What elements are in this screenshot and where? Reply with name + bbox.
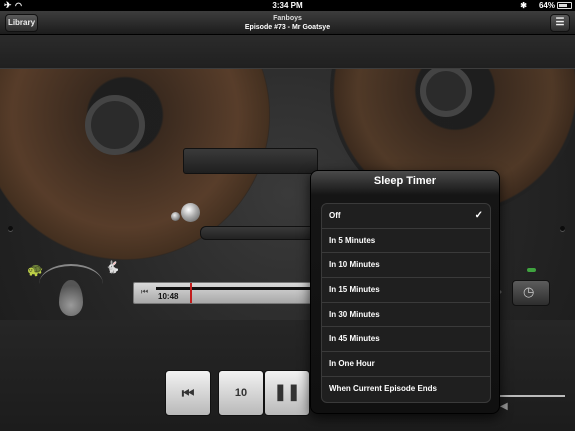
rewind-10-button[interactable]: 10 (218, 370, 264, 416)
capstan (181, 203, 200, 222)
episode-list-button[interactable]: ☰ (550, 14, 570, 32)
sleep-timer-option-label: In 15 Minutes (329, 285, 380, 295)
sleep-timer-option[interactable]: Off ✓ (322, 204, 490, 229)
sleep-timer-option[interactable]: In 30 Minutes (322, 303, 490, 328)
rewind-start-icon[interactable]: ⏮ (141, 287, 148, 297)
list-icon: ☰ (555, 17, 565, 28)
sleep-timer-option[interactable]: When Current Episode Ends (322, 377, 490, 402)
sleep-timer-option-label: In One Hour (329, 359, 375, 369)
elapsed-time: 10:48 (158, 292, 179, 301)
tape-guide (200, 226, 320, 240)
progress-bar[interactable]: ⏮ 10:48 (133, 282, 326, 304)
pause-button[interactable]: ❚❚ (264, 370, 310, 416)
previous-button[interactable]: ⏮ (165, 370, 211, 416)
podcast-title: Fanboys (273, 15, 302, 22)
screw (8, 226, 13, 231)
status-time: 3:34 PM (272, 1, 303, 10)
pinch-roller (171, 212, 180, 221)
navigation-bar: Library Fanboys Episode #73 - Mr Goatsye… (0, 11, 575, 35)
sleep-timer-option[interactable]: In 15 Minutes (322, 278, 490, 303)
battery-icon (557, 2, 572, 9)
progress-track (156, 287, 326, 290)
sleep-timer-option-label: In 5 Minutes (329, 235, 376, 245)
battery-percent: 64% (538, 1, 555, 10)
skip-back-icon: ⏮ (181, 385, 195, 401)
clock-icon: ◷ (523, 284, 535, 299)
sleep-timer-option-label: In 45 Minutes (329, 334, 380, 344)
sleep-timer-popover: Sleep Timer Off ✓ In 5 Minutes In 10 Minute… (310, 170, 500, 414)
speed-knob[interactable] (59, 280, 83, 316)
volume-icon: ◀ (500, 401, 508, 412)
sleep-timer-option-label: In 30 Minutes (329, 309, 380, 319)
bluetooth-icon: ✱ (520, 1, 527, 10)
deck-top-panel (0, 35, 575, 69)
right-reel-hub (420, 65, 472, 117)
playhead[interactable] (190, 283, 192, 303)
tape-head (183, 148, 318, 174)
status-bar: ✈ ◠ 3:34 PM ✱ 64% (0, 0, 575, 11)
sleep-timer-option-label: When Current Episode Ends (329, 383, 438, 393)
volume-slider[interactable] (500, 395, 565, 397)
sleep-timer-option[interactable]: In One Hour (322, 352, 490, 377)
popover-title: Sleep Timer (373, 175, 437, 187)
left-reel-hub (85, 95, 145, 155)
timer-indicator-led (527, 268, 536, 272)
sleep-timer-option-label: In 10 Minutes (329, 260, 380, 270)
rewind-10-icon: 10 (234, 387, 248, 399)
sleep-timer-option[interactable]: In 10 Minutes (322, 253, 490, 279)
episode-title: Episode #73 - Mr Goatsye (244, 24, 331, 31)
rabbit-icon: 🐇 (105, 260, 120, 274)
pause-icon: ❚❚ (273, 384, 301, 401)
sleep-timer-option[interactable]: In 5 Minutes (322, 229, 490, 254)
checkmark-icon: ✓ (474, 210, 483, 221)
sleep-timer-options: Off ✓ In 5 Minutes In 10 Minutes In 15 Minut… (321, 203, 491, 403)
sleep-timer-button[interactable]: ◷ (512, 280, 550, 306)
sleep-timer-option-label: Off (329, 211, 341, 220)
sleep-timer-option[interactable]: In 45 Minutes (322, 327, 490, 353)
playback-speed-control[interactable]: 🐢 🐇 (25, 258, 120, 318)
screw (560, 226, 565, 231)
